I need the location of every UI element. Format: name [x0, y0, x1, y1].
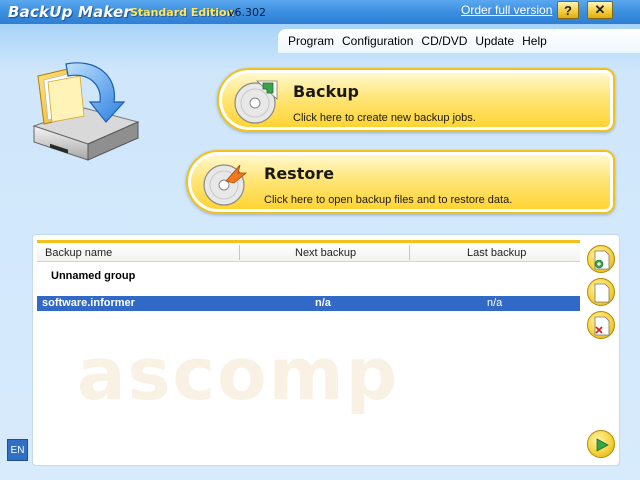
help-icon: ? [564, 2, 572, 18]
edit-job-button[interactable] [587, 278, 615, 306]
menu-help[interactable]: Help [518, 34, 551, 48]
close-button[interactable]: ✕ [587, 1, 613, 19]
backup-description: Click here to create new backup jobs. [293, 112, 476, 124]
menu-update[interactable]: Update [471, 34, 518, 48]
run-job-button[interactable] [587, 430, 615, 458]
delete-job-button[interactable] [587, 311, 615, 339]
restore-action-button[interactable]: Restore Click here to open backup files … [186, 150, 615, 214]
new-job-button[interactable] [587, 245, 615, 273]
main-window: BackUp Maker Standard Edition v6.302 Ord… [0, 0, 640, 480]
new-job-icon [594, 250, 610, 270]
backup-jobs-panel: ascomp Backup name Next backup Last back… [32, 234, 620, 466]
menu-bar: Program Configuration CD/DVD Update Help [278, 29, 640, 53]
column-backup-name[interactable]: Backup name [45, 247, 112, 259]
restore-title: Restore [264, 164, 335, 183]
edit-job-icon [594, 283, 610, 303]
close-icon: ✕ [594, 2, 606, 17]
list-header: Backup name Next backup Last backup [37, 240, 580, 262]
column-next-backup[interactable]: Next backup [295, 247, 356, 259]
order-full-version-link[interactable]: Order full version [461, 3, 552, 17]
next-backup-cell: n/a [315, 297, 331, 309]
restore-description: Click here to open backup files and to r… [264, 194, 513, 206]
backup-action-button[interactable]: Backup Click here to create new backup j… [217, 68, 615, 132]
table-row[interactable]: software.informer n/a n/a [37, 296, 580, 311]
backup-maker-logo-icon [32, 62, 140, 161]
title-bar: BackUp Maker Standard Edition v6.302 Ord… [0, 0, 640, 24]
menu-configuration[interactable]: Configuration [338, 34, 417, 48]
version-label: v6.302 [228, 6, 267, 19]
last-backup-cell: n/a [487, 297, 503, 309]
help-button[interactable]: ? [557, 1, 579, 19]
backup-title: Backup [293, 82, 359, 101]
backup-disc-icon [234, 80, 278, 124]
app-title: BackUp Maker [8, 3, 132, 21]
run-job-icon [596, 438, 609, 452]
column-separator [239, 245, 240, 260]
menu-cd-dvd[interactable]: CD/DVD [417, 34, 471, 48]
restore-disc-icon [203, 164, 248, 206]
language-button[interactable]: EN [7, 439, 28, 461]
column-separator [409, 245, 410, 260]
menu-program[interactable]: Program [284, 34, 338, 48]
job-name-cell: software.informer [42, 297, 135, 309]
backup-jobs-list[interactable]: ascomp Backup name Next backup Last back… [37, 240, 580, 462]
column-last-backup[interactable]: Last backup [467, 247, 526, 259]
group-header[interactable]: Unnamed group [51, 270, 135, 282]
delete-job-icon [594, 316, 610, 336]
edition-label: Standard Edition [130, 6, 235, 19]
ascomp-watermark: ascomp [77, 332, 400, 416]
